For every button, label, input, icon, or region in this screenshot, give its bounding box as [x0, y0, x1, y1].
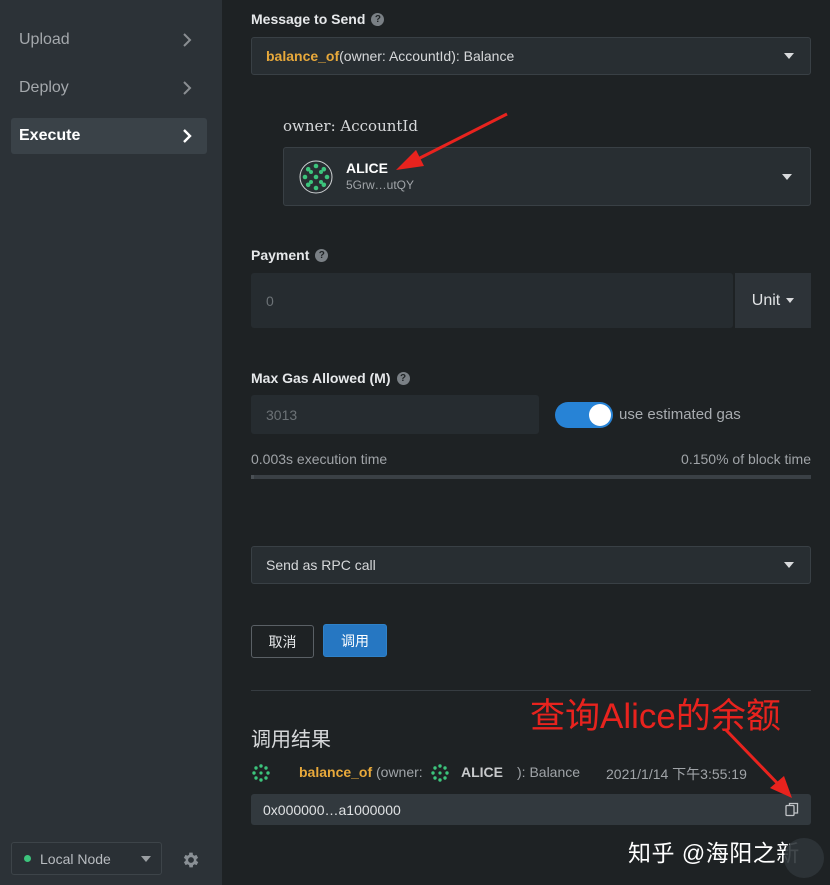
sidebar-item-label: Execute: [19, 127, 81, 144]
help-icon[interactable]: ?: [396, 371, 410, 385]
result-sig-open: (owner:: [376, 764, 423, 780]
gas-progress-fill: [251, 475, 254, 479]
sidebar-item-upload[interactable]: Upload: [11, 22, 207, 58]
chevron-down-icon: [141, 855, 151, 862]
payment-label: Payment ?: [251, 247, 329, 263]
gear-icon[interactable]: [181, 850, 201, 870]
account-address: 5Grw…utQY: [346, 178, 415, 192]
help-icon[interactable]: ?: [371, 12, 385, 26]
status-dot-icon: [24, 855, 31, 862]
message-fn-signature: (owner: AccountId): Balance: [339, 48, 515, 64]
identicon-icon: [252, 764, 270, 782]
node-selector[interactable]: Local Node: [11, 842, 162, 875]
execution-time: 0.003s execution time: [251, 451, 388, 467]
sidebar-item-label: Deploy: [19, 79, 69, 96]
chevron-right-icon: [179, 128, 195, 144]
result-sig-close: ): Balance: [517, 764, 581, 780]
sidebar-item-execute[interactable]: Execute: [11, 118, 207, 154]
floating-button[interactable]: [784, 838, 824, 878]
chevron-right-icon: [179, 80, 195, 96]
chevron-down-icon: [784, 53, 794, 59]
sidebar-item-deploy[interactable]: Deploy: [11, 70, 207, 106]
chevron-down-icon: [782, 174, 792, 180]
chevron-down-icon: [784, 562, 794, 568]
send-mode-select[interactable]: Send as RPC call: [251, 546, 811, 584]
payment-placeholder: 0: [266, 292, 274, 309]
call-button[interactable]: 调用: [323, 624, 387, 657]
message-label: Message to Send ?: [251, 11, 385, 27]
annotation-arrow-icon: [396, 112, 508, 170]
unit-select[interactable]: Unit: [733, 273, 811, 328]
results-title: 调用结果: [251, 729, 331, 751]
toggle-knob: [589, 404, 611, 426]
payment-input[interactable]: 0: [251, 273, 733, 328]
gas-progress-bar: [251, 475, 811, 479]
message-fn-name: balance_of: [266, 48, 340, 64]
gas-input[interactable]: 3013: [251, 395, 539, 434]
block-time: 0.150% of block time: [681, 451, 811, 467]
account-select[interactable]: ALICE 5Grw…utQY: [283, 147, 811, 206]
cancel-button[interactable]: 取消: [251, 625, 314, 658]
identicon-icon: [299, 160, 333, 194]
unit-label: Unit: [751, 291, 781, 309]
annotation-text: 查询Alice的余额: [530, 697, 781, 736]
result-account: ALICE: [461, 764, 503, 780]
result-fn-name: balance_of: [299, 764, 373, 780]
chevron-right-icon: [179, 32, 195, 48]
message-select[interactable]: balance_of (owner: AccountId): Balance: [251, 37, 811, 75]
watermark: 知乎 @海阳之新: [628, 840, 800, 866]
identicon-icon: [431, 764, 449, 782]
gas-placeholder: 3013: [266, 406, 298, 423]
estimated-gas-toggle[interactable]: [555, 402, 613, 428]
gas-label: Max Gas Allowed (M) ?: [251, 370, 410, 386]
node-selector-label: Local Node: [40, 850, 111, 867]
help-icon[interactable]: ?: [315, 248, 329, 262]
toggle-label: use estimated gas: [619, 406, 741, 423]
sidebar-item-label: Upload: [19, 31, 70, 48]
send-mode-label: Send as RPC call: [266, 557, 376, 573]
result-output-value: 0x000000…a1000000: [263, 801, 401, 818]
chevron-down-icon: [786, 298, 795, 303]
execute-panel: Message to Send ? balance_of (owner: Acc…: [222, 0, 830, 885]
sidebar: Upload Deploy Execute Local Node: [0, 0, 222, 885]
